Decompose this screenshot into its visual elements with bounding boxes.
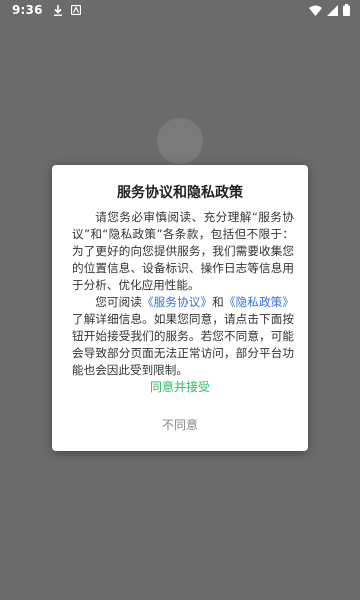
background-avatar-placeholder xyxy=(157,118,203,164)
dialog-title: 服务协议和隐私政策 xyxy=(117,185,243,201)
signal-icon xyxy=(327,4,338,16)
paragraph-2-prefix: 您可阅读 xyxy=(95,295,142,309)
battery-icon xyxy=(343,4,350,16)
dialog-paragraph-2: 您可阅读《服务协议》和《隐私政策》了解详细信息。如果您同意，请点击下面按钮开始接… xyxy=(72,294,294,379)
paragraph-2-and: 和 xyxy=(212,295,224,309)
privacy-policy-link[interactable]: 《隐私政策》 xyxy=(224,295,294,309)
wifi-icon xyxy=(309,5,322,16)
service-agreement-link[interactable]: 《服务协议》 xyxy=(142,295,212,309)
accept-button[interactable]: 同意并接受 xyxy=(52,375,308,399)
reject-button[interactable]: 不同意 xyxy=(52,413,308,437)
app-notification-icon xyxy=(70,5,81,15)
download-icon xyxy=(53,4,62,16)
paragraph-2-suffix: 了解详细信息。如果您同意，请点击下面按钮开始接受我们的服务。若您不同意，可能会导… xyxy=(72,312,294,377)
dialog-paragraph-1: 请您务必审慎阅读、充分理解“服务协议”和“隐私政策”各条款，包括但不限于：为了更… xyxy=(72,210,294,292)
privacy-dialog: 服务协议和隐私政策 请您务必审慎阅读、充分理解“服务协议”和“隐私政策”各条款，… xyxy=(52,165,308,451)
status-time: 9:36 xyxy=(12,3,43,17)
status-bar: 9:36 xyxy=(0,0,360,20)
dialog-body: 请您务必审慎阅读、充分理解“服务协议”和“隐私政策”各条款，包括但不限于：为了更… xyxy=(72,209,294,379)
